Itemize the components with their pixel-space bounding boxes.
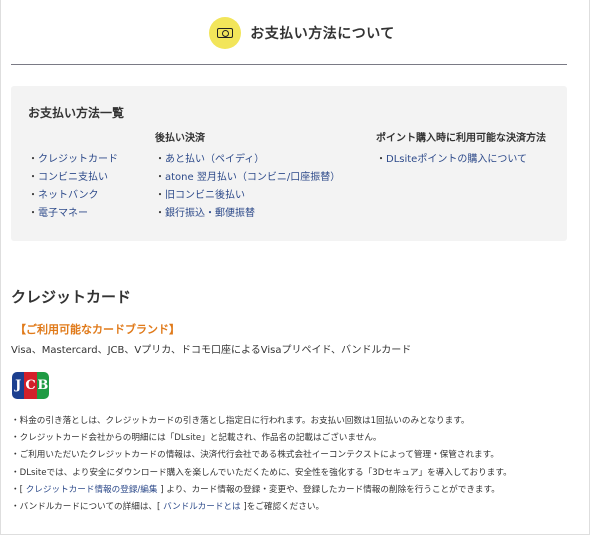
summary-column-points: ポイント購入時に利用可能な決済方法 ・DLsiteポイントの購入について bbox=[376, 132, 546, 169]
note-billing-date: ・料金の引き落としは、クレジットカードの引き落とし指定日に行われます。お支払い回… bbox=[11, 416, 470, 426]
note-bundle-card: ・バンドルカードについての詳細は、[ バンドルカードとは ]をご確認ください。 bbox=[11, 501, 325, 512]
summary-title: お支払い方法一覧 bbox=[28, 106, 125, 120]
link-credit-card[interactable]: ・クレジットカード bbox=[28, 151, 118, 169]
summary-column-deferred: 後払い決済 ・あと払い（ペイディ） ・atone 翌月払い（コンビニ/口座振替）… bbox=[155, 132, 340, 223]
jcb-logo-b: B bbox=[36, 372, 49, 399]
credit-card-notes: ・料金の引き落としは、クレジットカードの引き落とし指定日に行われます。お支払い回… bbox=[11, 413, 512, 516]
link-net-bank[interactable]: ・ネットバンク bbox=[28, 187, 118, 205]
summary-column-general: ・クレジットカード ・コンビニ支払い ・ネットバンク ・電子マネー bbox=[28, 132, 118, 223]
page: お支払い方法について お支払い方法一覧 ・クレジットカード ・コンビニ支払い ・… bbox=[0, 0, 590, 535]
link-convenience-store[interactable]: ・コンビニ支払い bbox=[28, 169, 118, 187]
header-inner: お支払い方法について bbox=[209, 17, 395, 49]
link-dlsite-points[interactable]: ・DLsiteポイントの購入について bbox=[376, 151, 546, 169]
note-card-registration: ・[ クレジットカード情報の登録/編集 ] より、カード情報の登録・変更や、登録… bbox=[11, 484, 500, 495]
link-paidy[interactable]: ・あと払い（ペイディ） bbox=[155, 151, 340, 169]
column-heading: 後払い決済 bbox=[155, 133, 205, 144]
payment-methods-summary: お支払い方法一覧 ・クレジットカード ・コンビニ支払い ・ネットバンク ・電子マ… bbox=[11, 86, 567, 241]
header-badge bbox=[209, 17, 242, 49]
money-icon bbox=[217, 28, 234, 38]
link-bank-postal-transfer[interactable]: ・銀行振込・郵便振替 bbox=[155, 205, 340, 223]
jcb-logo-icon: J C B bbox=[12, 372, 49, 399]
page-title: お支払い方法について bbox=[250, 26, 395, 42]
link-atone[interactable]: ・atone 翌月払い（コンビニ/口座振替） bbox=[155, 169, 340, 187]
header-divider bbox=[11, 64, 567, 65]
note-3d-secure: ・DLsiteでは、より安全にダウンロード購入を楽しんでいただくために、安全性を… bbox=[11, 467, 512, 478]
jcb-logo-j: J bbox=[12, 372, 25, 399]
column-heading: ポイント購入時に利用可能な決済方法 bbox=[376, 133, 546, 144]
column-heading bbox=[28, 132, 118, 145]
link-old-convenience-deferred[interactable]: ・旧コンビニ後払い bbox=[155, 187, 340, 205]
note-statement: ・クレジットカード会社からの明細には「DLsite」と記載され、作品名の記載はご… bbox=[11, 433, 382, 444]
section-title-credit-card: クレジットカード bbox=[11, 288, 132, 306]
card-brands-list: Visa、Mastercard、JCB、Vプリカ、ドコモ口座によるVisaプリペ… bbox=[11, 345, 412, 356]
page-header: お支払い方法について bbox=[1, 15, 590, 51]
card-brands-heading: 【ご利用可能なカードブランド】 bbox=[15, 323, 180, 336]
card-registration-link[interactable]: クレジットカード情報の登録/編集 bbox=[26, 485, 158, 495]
jcb-logo-c: C bbox=[24, 372, 37, 399]
note-card-info-management: ・ご利用いただいたクレジットカードの情報は、決済代行会社である株式会社イーコンテ… bbox=[11, 450, 499, 461]
bundle-card-link[interactable]: バンドルカードとは bbox=[163, 502, 241, 512]
link-e-money[interactable]: ・電子マネー bbox=[28, 205, 118, 223]
